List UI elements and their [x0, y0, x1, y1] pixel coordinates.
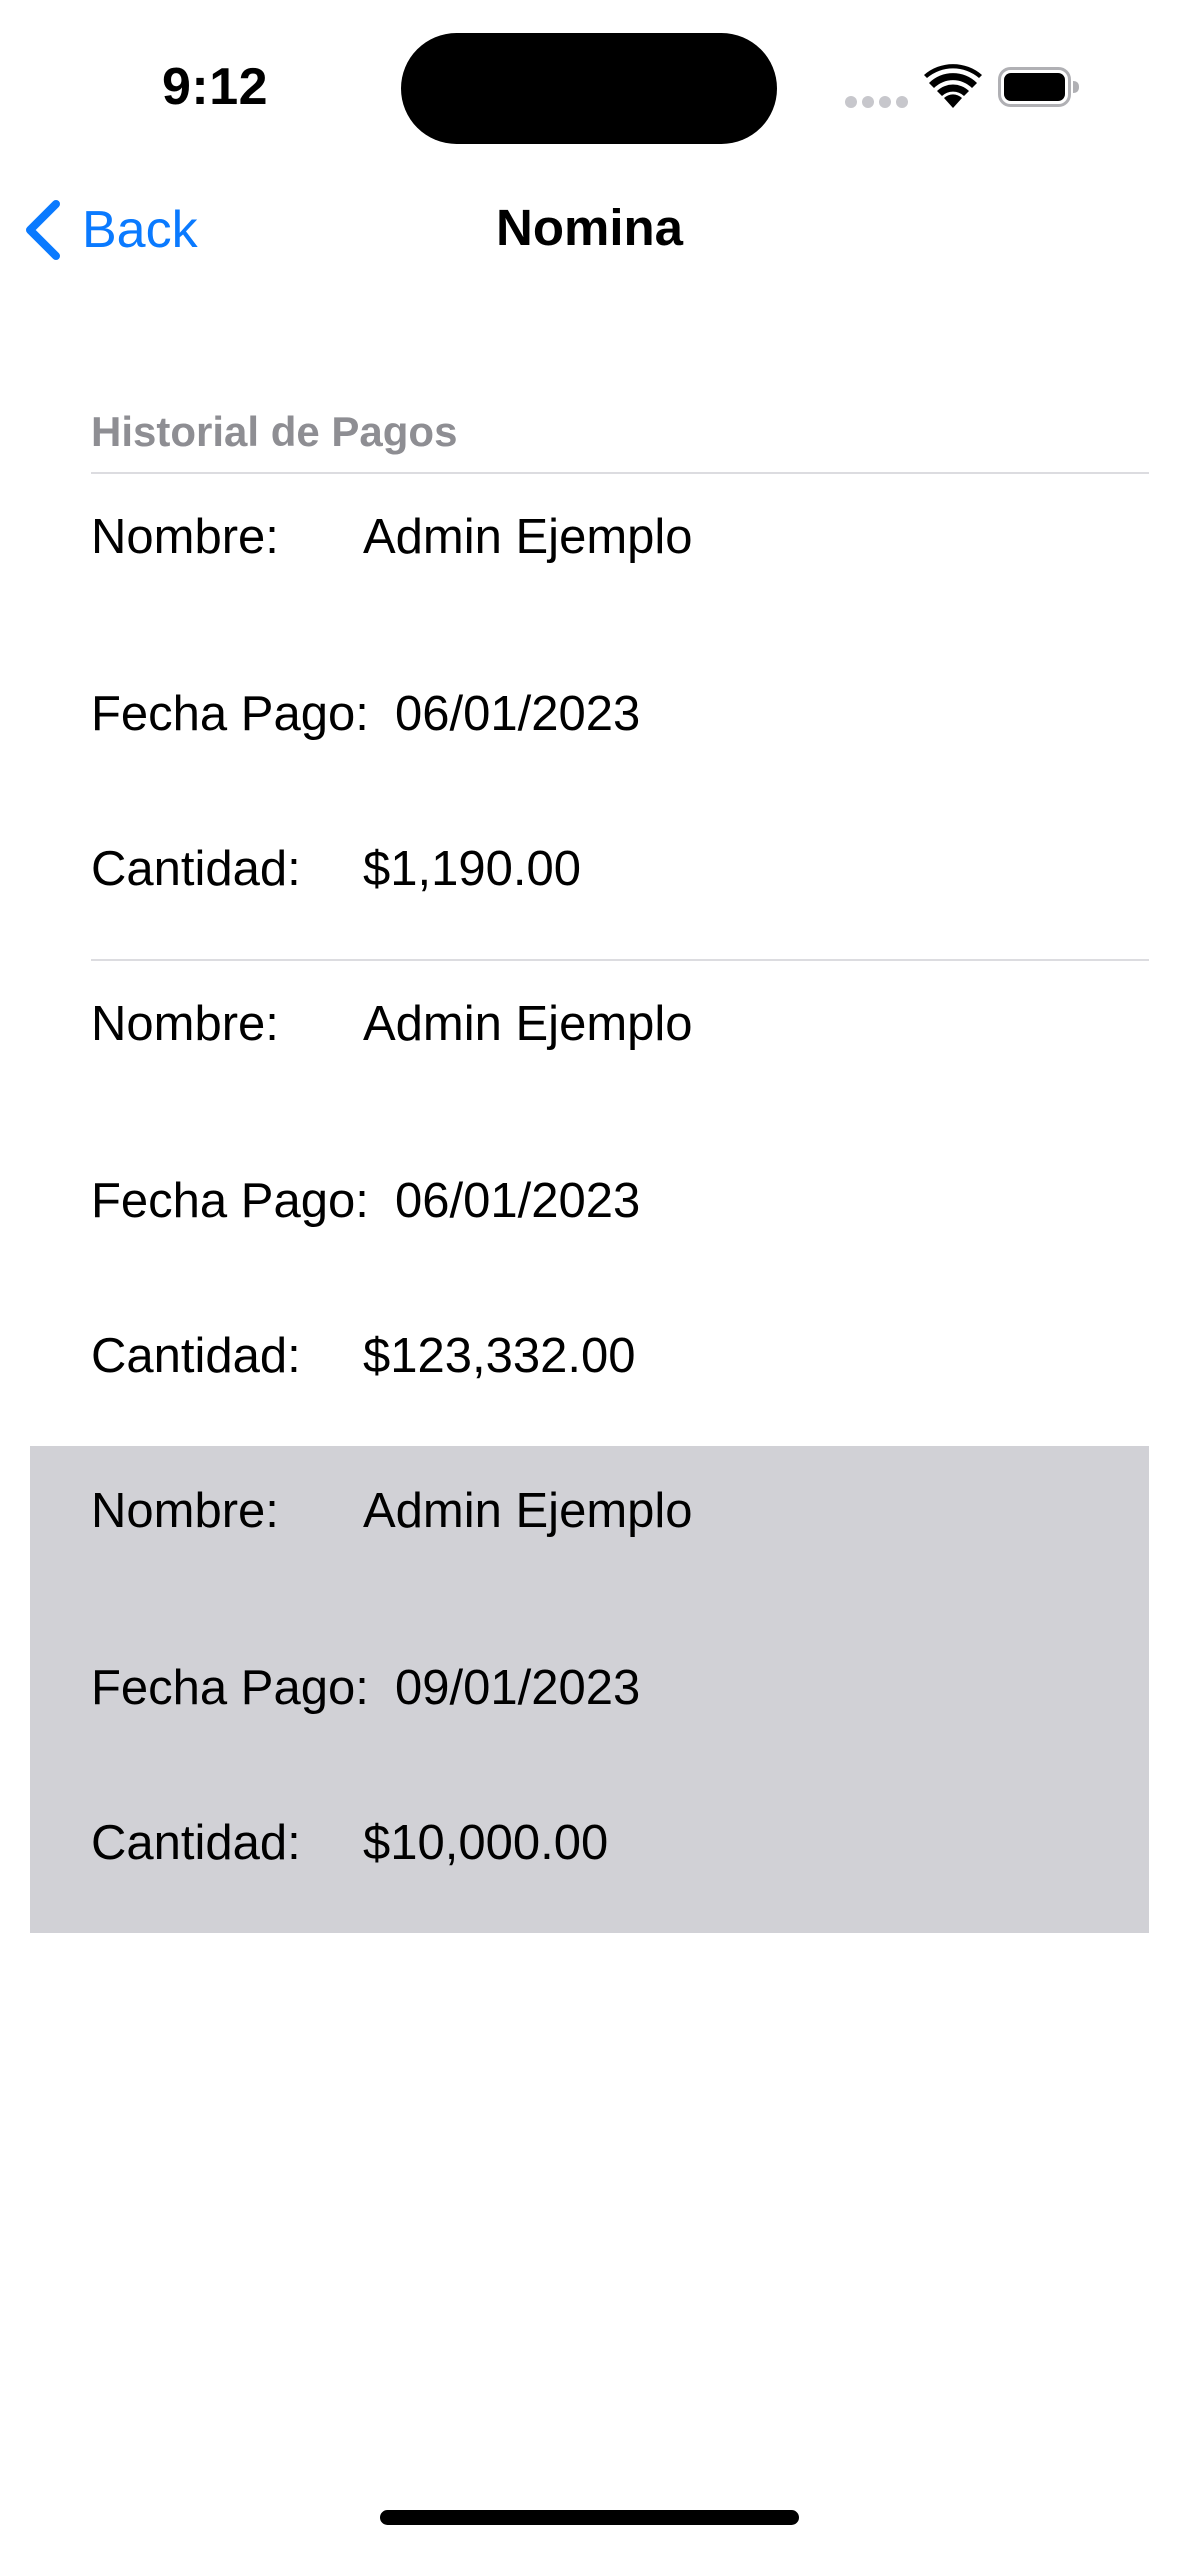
section-header: Historial de Pagos [91, 408, 458, 455]
date-value: 09/01/2023 [395, 1661, 641, 1715]
name-value: Admin Ejemplo [363, 510, 693, 564]
date-label: Fecha Pago: [91, 687, 369, 741]
status-time: 9:12 [162, 58, 269, 116]
date-value: 06/01/2023 [395, 1174, 641, 1228]
row-separator [91, 472, 1149, 474]
signal-dots-icon [845, 96, 908, 108]
dynamic-island [401, 33, 777, 144]
name-value: Admin Ejemplo [363, 997, 693, 1051]
name-label: Nombre: [91, 510, 279, 564]
list-item-selected[interactable]: Nombre: Admin Ejemplo Fecha Pago: 09/01/… [30, 1446, 1149, 1933]
list-item[interactable]: Nombre: Admin Ejemplo Fecha Pago: 06/01/… [30, 959, 1149, 1446]
amount-label: Cantidad: [91, 1329, 301, 1383]
payment-list: Nombre: Admin Ejemplo Fecha Pago: 06/01/… [30, 472, 1149, 1933]
date-label: Fecha Pago: [91, 1661, 369, 1715]
name-label: Nombre: [91, 997, 279, 1051]
list-item[interactable]: Nombre: Admin Ejemplo Fecha Pago: 06/01/… [30, 472, 1149, 959]
wifi-icon [924, 64, 982, 108]
amount-value: $1,190.00 [363, 842, 581, 896]
name-label: Nombre: [91, 1484, 279, 1538]
amount-value: $10,000.00 [363, 1816, 609, 1870]
date-value: 06/01/2023 [395, 687, 641, 741]
amount-label: Cantidad: [91, 1816, 301, 1870]
battery-icon [998, 67, 1079, 107]
amount-value: $123,332.00 [363, 1329, 636, 1383]
amount-label: Cantidad: [91, 842, 301, 896]
home-indicator[interactable] [380, 2510, 799, 2525]
row-separator [91, 959, 1149, 961]
page-title: Nomina [495, 199, 684, 256]
date-label: Fecha Pago: [91, 1174, 369, 1228]
name-value: Admin Ejemplo [363, 1484, 693, 1538]
